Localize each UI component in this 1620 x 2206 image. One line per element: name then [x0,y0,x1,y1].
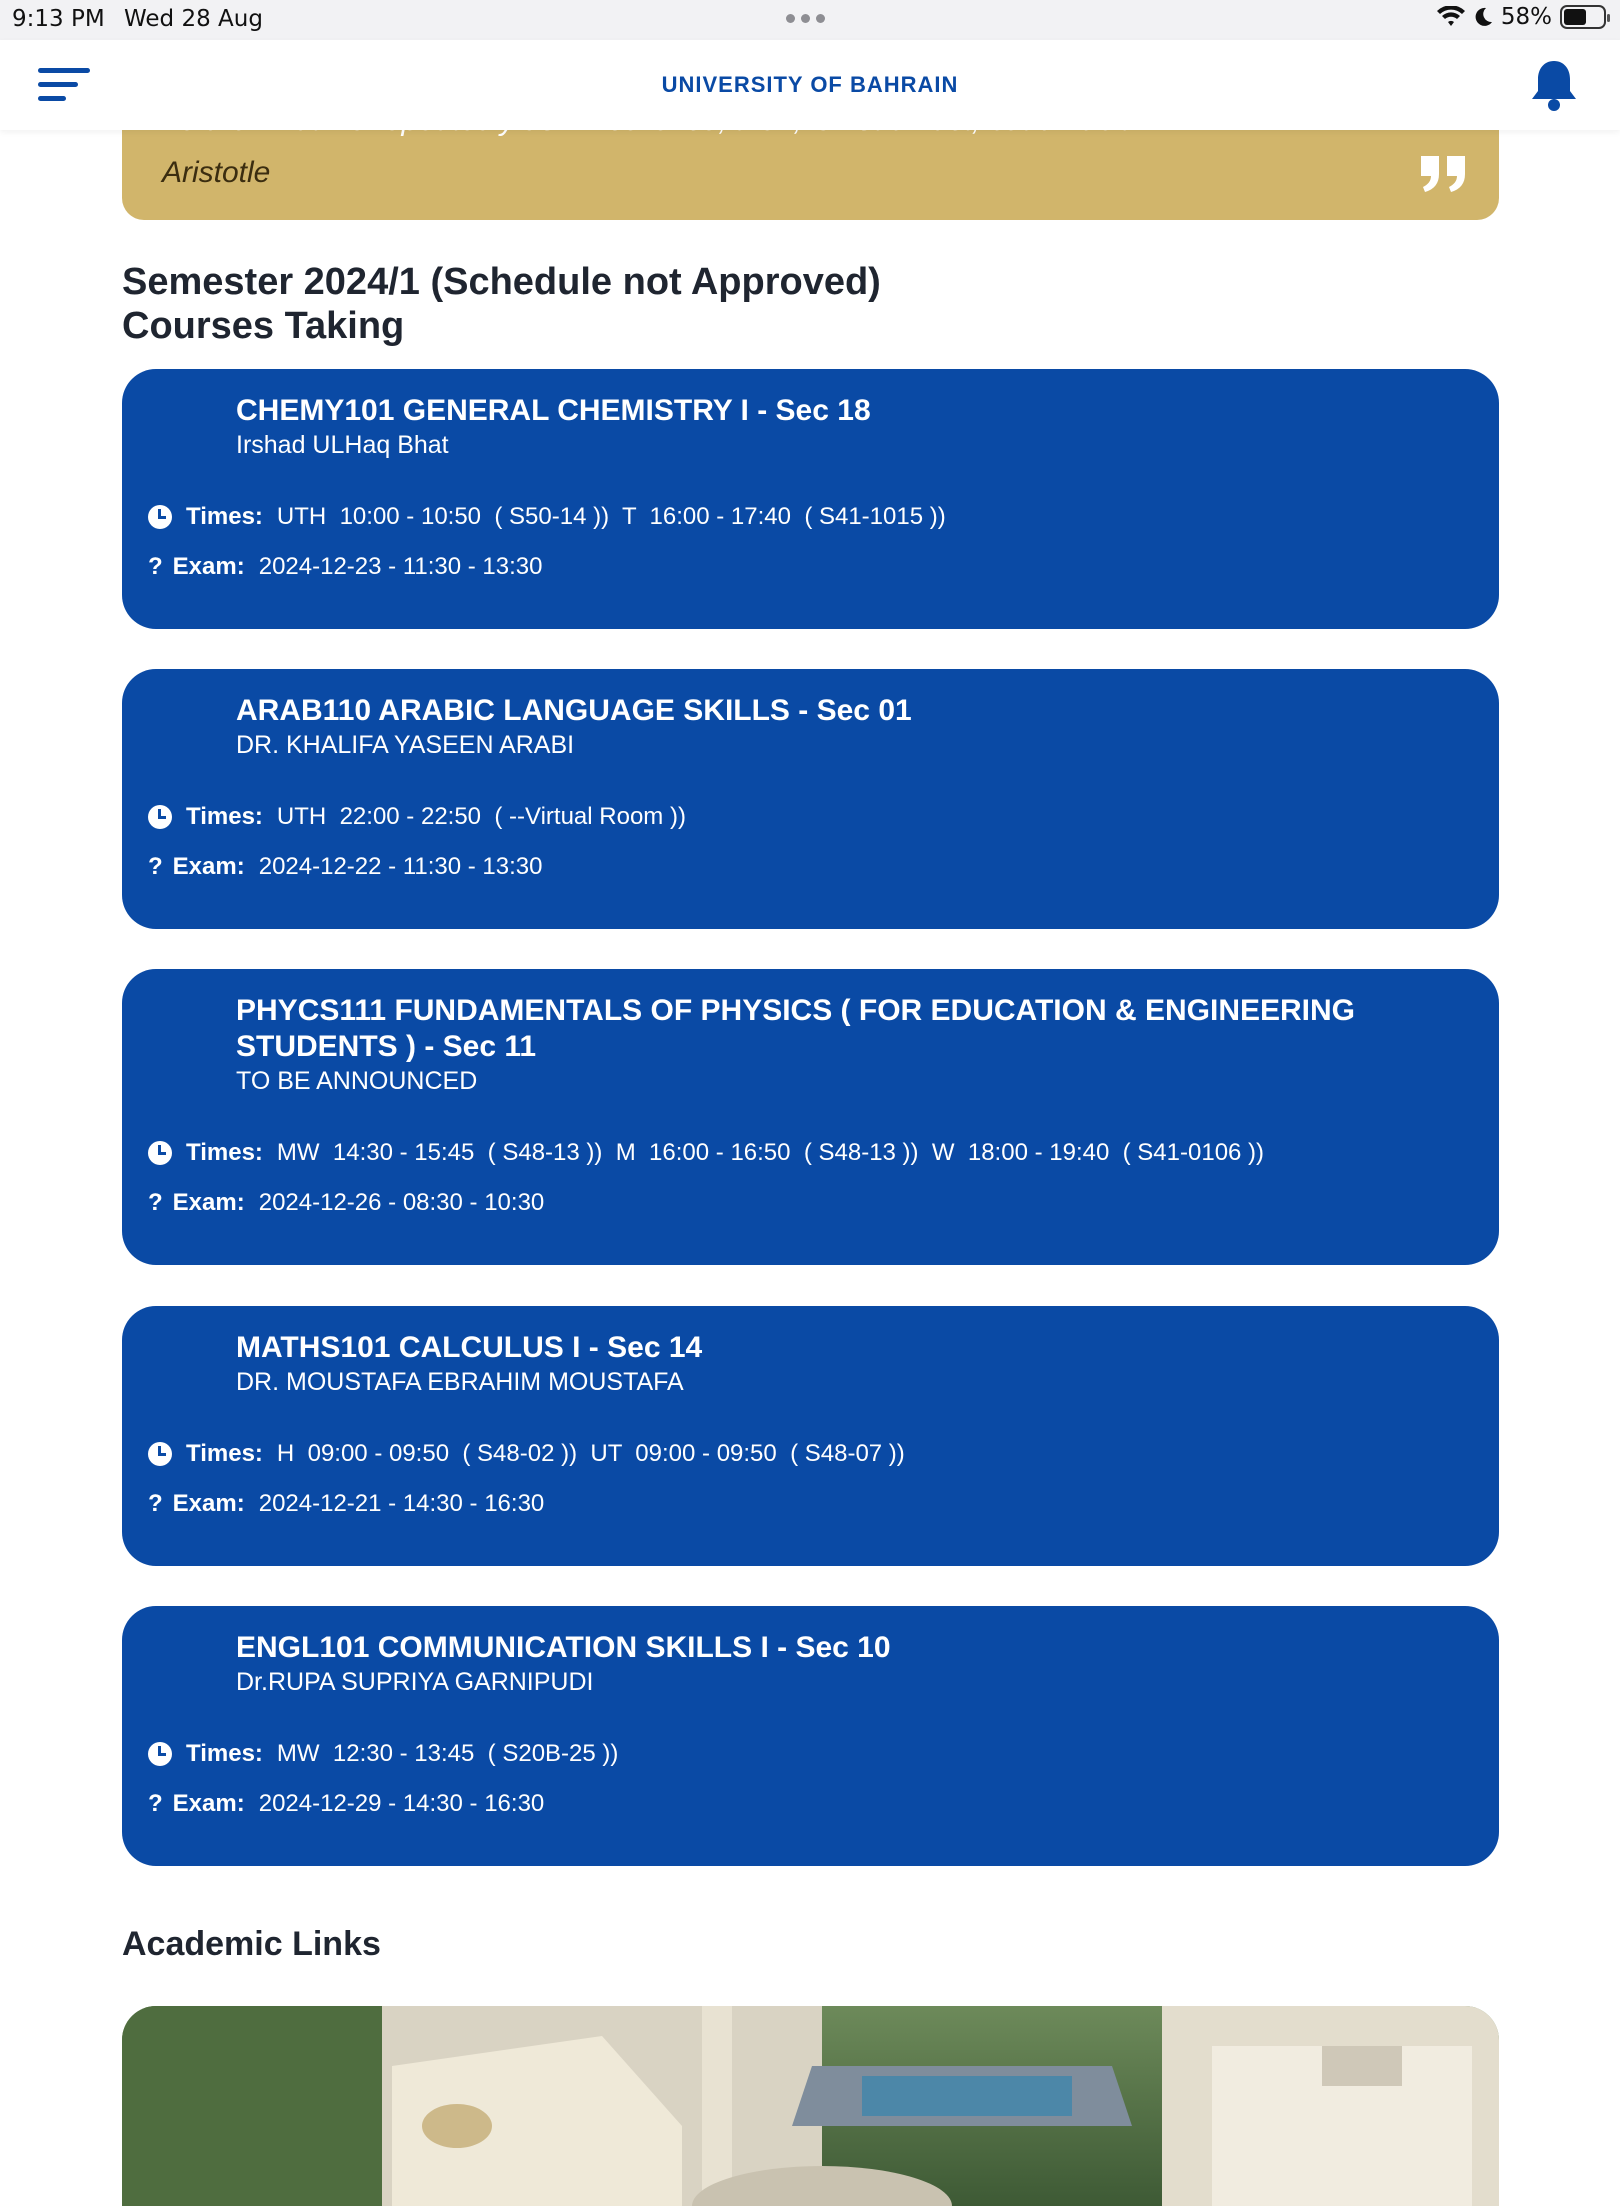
course-title: MATHS101 CALCULUS I - Sec 14 [236,1331,703,1364]
course-title: ARAB110 ARABIC LANGUAGE SKILLS - Sec 01 [236,694,912,727]
course-title: ENGL101 COMMUNICATION SKILLS I - Sec 10 [236,1631,891,1664]
exam-label: Exam: [172,1189,245,1216]
course-instructor: DR. KHALIFA YASEEN ARABI [236,731,575,759]
wifi-icon [1436,6,1465,26]
app-header: UNIVERSITY OF BAHRAIN [0,40,1620,130]
question-mark-icon: ? [148,553,163,580]
app-title: UNIVERSITY OF BAHRAIN [661,72,959,97]
course-instructor: DR. MOUSTAFA EBRAHIM MOUSTAFA [236,1368,684,1396]
times-label: Times: [186,1440,263,1467]
course-exam-row: ? Exam: 2024-12-26 - 08:30 - 10:30 [148,1189,544,1217]
exam-label: Exam: [172,853,245,880]
course-times-row: Times: H 09:00 - 09:50 ( S48-02 )) UT 09… [148,1440,905,1468]
question-mark-icon: ? [148,1790,163,1817]
course-times-row: Times: MW 12:30 - 13:45 ( S20B-25 )) [148,1740,618,1768]
course-times: MW 12:30 - 13:45 ( S20B-25 )) [276,1740,619,1767]
times-label: Times: [186,1740,263,1767]
course-instructor: Irshad ULHaq Bhat [236,431,449,459]
course-card[interactable]: ARAB110 ARABIC LANGUAGE SKILLS - Sec 01 … [122,669,1499,929]
course-title: PHYCS111 FUNDAMENTALS OF PHYSICS ( FOR E… [236,994,1356,1063]
times-label: Times: [186,503,263,530]
course-exam: 2024-12-29 - 14:30 - 16:30 [258,1790,545,1817]
battery-percent: 58% [1500,4,1552,30]
question-mark-icon: ? [148,1490,163,1517]
course-card[interactable]: ENGL101 COMMUNICATION SKILLS I - Sec 10 … [122,1606,1499,1866]
exam-label: Exam: [172,553,245,580]
course-times-row: Times: UTH 10:00 - 10:50 ( S50-14 )) T 1… [148,503,946,531]
quote-mark-icon [1421,156,1465,192]
course-times-row: Times: UTH 22:00 - 22:50 ( --Virtual Roo… [148,803,686,831]
clock-icon [148,1141,172,1165]
course-exam: 2024-12-22 - 11:30 - 13:30 [258,853,543,880]
course-times: H 09:00 - 09:50 ( S48-02 )) UT 09:00 - 0… [276,1440,905,1467]
course-exam-row: ? Exam: 2024-12-29 - 14:30 - 16:30 [148,1790,544,1818]
course-times: UTH 22:00 - 22:50 ( --Virtual Room )) [276,803,686,830]
course-title: CHEMY101 GENERAL CHEMISTRY I - Sec 18 [236,394,871,427]
course-card[interactable]: MATHS101 CALCULUS I - Sec 14 DR. MOUSTAF… [122,1306,1499,1566]
exam-label: Exam: [172,1790,245,1817]
course-times: MW 14:30 - 15:45 ( S48-13 )) M 16:00 - 1… [276,1139,1265,1166]
clock-icon [148,505,172,529]
clock-icon [148,1742,172,1766]
course-exam-row: ? Exam: 2024-12-22 - 11:30 - 13:30 [148,853,542,881]
course-instructor: TO BE ANNOUNCED [236,1067,478,1095]
semester-title: Semester 2024/1 (Schedule not Approved) [122,261,881,303]
clock-icon [148,805,172,829]
question-mark-icon: ? [148,853,163,880]
moon-icon [1475,7,1492,26]
question-mark-icon: ? [148,1189,163,1216]
course-card[interactable]: CHEMY101 GENERAL CHEMISTRY I - Sec 18 Ir… [122,369,1499,629]
status-time: 9:13 PM [12,6,105,32]
status-bar: 9:13 PM Wed 28 Aug 58% [0,0,1620,40]
campus-image-link[interactable] [122,2006,1499,2206]
course-exam-row: ? Exam: 2024-12-23 - 11:30 - 13:30 [148,553,542,581]
times-label: Times: [186,803,263,830]
academic-links-heading: Academic Links [122,1925,381,1963]
course-card[interactable]: PHYCS111 FUNDAMENTALS OF PHYSICS ( FOR E… [122,969,1499,1265]
course-exam-row: ? Exam: 2024-12-21 - 14:30 - 16:30 [148,1490,544,1518]
campus-photo [122,2006,1499,2206]
course-exam: 2024-12-26 - 08:30 - 10:30 [258,1189,545,1216]
course-times-row: Times: MW 14:30 - 15:45 ( S48-13 )) M 16… [148,1139,1264,1167]
semester-heading: Semester 2024/1 (Schedule not Approved) … [122,260,881,348]
exam-label: Exam: [172,1490,245,1517]
notification-bell-icon[interactable] [1528,58,1580,112]
multitasking-dots-icon[interactable] [786,14,825,23]
times-label: Times: [186,1139,263,1166]
course-times: UTH 10:00 - 10:50 ( S50-14 )) T 16:00 - … [276,503,946,530]
clock-icon [148,1442,172,1466]
battery-icon [1560,5,1610,29]
course-exam: 2024-12-21 - 14:30 - 16:30 [258,1490,545,1517]
courses-taking-title: Courses Taking [122,305,405,347]
course-instructor: Dr.RUPA SUPRIYA GARNIPUDI [236,1668,594,1696]
quote-author: Aristotle [162,156,271,189]
course-exam: 2024-12-23 - 11:30 - 13:30 [258,553,543,580]
status-date: Wed 28 Aug [124,6,263,32]
